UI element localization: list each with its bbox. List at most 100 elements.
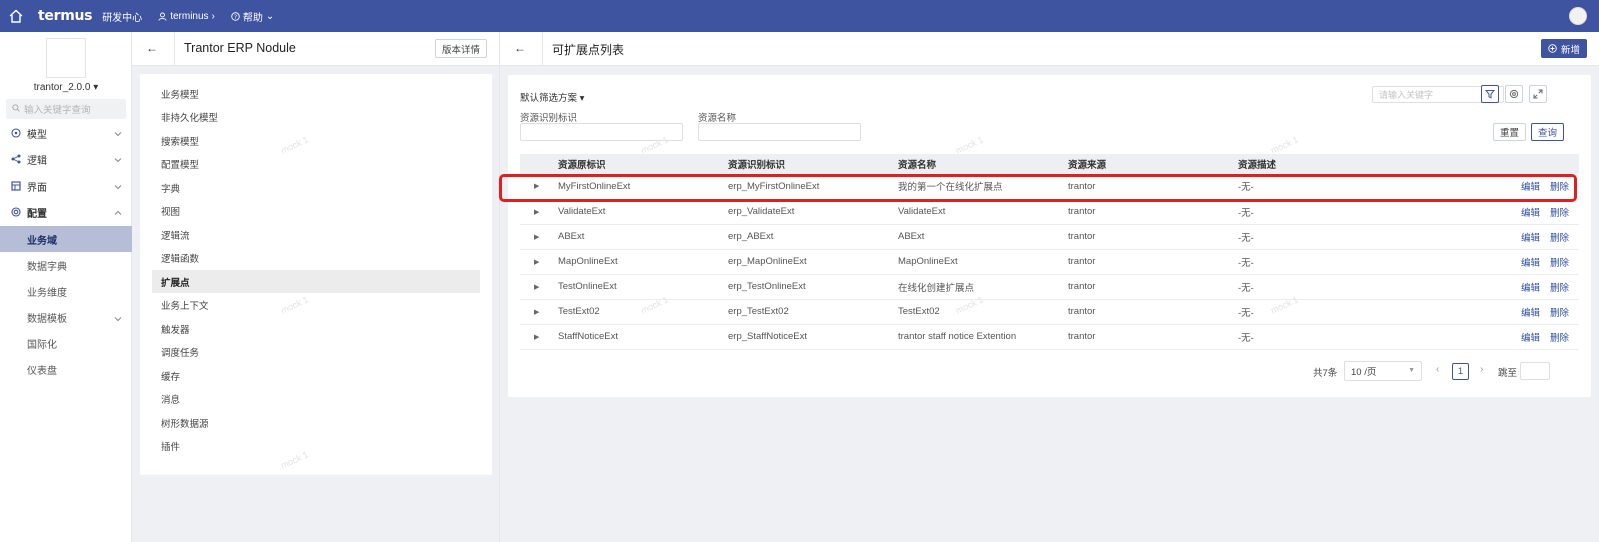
chevron-right-icon: ›: [211, 10, 215, 22]
home-icon[interactable]: [0, 0, 32, 32]
cell-source-link[interactable]: trantor: [1060, 174, 1230, 200]
filter-toggle-button[interactable]: [1481, 85, 1499, 103]
cell-name: ValidateExt: [890, 199, 1060, 225]
avatar[interactable]: [1569, 7, 1587, 25]
menu-item-cache[interactable]: 缓存: [152, 364, 480, 387]
add-button[interactable]: 新增: [1540, 39, 1587, 58]
delete-link[interactable]: 删除: [1550, 258, 1569, 269]
query-button[interactable]: 查询: [1531, 123, 1565, 141]
edit-link[interactable]: 编辑: [1521, 283, 1540, 294]
cell-source-link[interactable]: trantor: [1060, 199, 1230, 225]
row-actions: 编辑 删除: [1459, 274, 1579, 300]
expand-row-icon[interactable]: ▶: [520, 174, 550, 200]
chevron-down-icon: [114, 314, 122, 325]
expand-row-icon[interactable]: ▶: [520, 324, 550, 350]
cell-name: 我的第一个在线化扩展点: [890, 174, 1060, 200]
version-selector[interactable]: trantor_2.0.0 ▾: [0, 82, 132, 93]
user-menu[interactable]: terminus ›: [158, 11, 215, 22]
sidebar-group-config[interactable]: 配置: [0, 200, 132, 224]
termus-logo[interactable]: termus: [38, 8, 92, 24]
edit-link[interactable]: 编辑: [1521, 233, 1540, 244]
edit-link[interactable]: 编辑: [1521, 308, 1540, 319]
menu-item-search-model[interactable]: 搜索模型: [152, 129, 480, 152]
menu-item-logic-function[interactable]: 逻辑函数: [152, 247, 480, 270]
prev-page-icon[interactable]: ‹: [1436, 364, 1439, 375]
cell-source-link[interactable]: trantor: [1060, 274, 1230, 300]
back-arrow-icon[interactable]: ←: [146, 41, 158, 55]
menu-item-config-model[interactable]: 配置模型: [152, 153, 480, 176]
menu-item-business-model[interactable]: 业务模型: [152, 82, 480, 105]
sidebar-item-domain[interactable]: 业务域: [0, 226, 132, 252]
edit-link[interactable]: 编辑: [1521, 333, 1540, 344]
version-detail-button[interactable]: 版本详情: [434, 39, 487, 58]
jump-page-input[interactable]: [1520, 362, 1550, 380]
filter-scheme-dropdown[interactable]: 默认筛选方案 ▾: [520, 90, 584, 104]
edit-link[interactable]: 编辑: [1521, 208, 1540, 219]
reset-button[interactable]: 重置: [1493, 123, 1527, 141]
delete-link[interactable]: 删除: [1550, 308, 1569, 319]
sidebar-group-label: 逻辑: [27, 155, 47, 167]
cell-id: erp_MapOnlineExt: [720, 249, 890, 275]
menu-item-view[interactable]: 视图: [152, 200, 480, 223]
delete-link[interactable]: 删除: [1550, 283, 1569, 294]
module-header: ← Trantor ERP Nodule 版本详情: [132, 32, 500, 66]
cell-name: MapOnlineExt: [890, 249, 1060, 275]
delete-link[interactable]: 删除: [1550, 182, 1569, 193]
sidebar-group-label: 配置: [27, 208, 47, 220]
sidebar-item-template[interactable]: 数据模板: [0, 304, 132, 330]
sidebar-item-dimension[interactable]: 业务维度: [0, 278, 132, 304]
sidebar-group-ui[interactable]: 界面: [0, 174, 132, 198]
org-selector[interactable]: 研发中心: [102, 9, 142, 24]
cell-source-link[interactable]: trantor: [1060, 249, 1230, 275]
expand-row-icon[interactable]: ▶: [520, 299, 550, 325]
menu-item-transient-model[interactable]: 非持久化模型: [152, 106, 480, 129]
cell-source-link[interactable]: trantor: [1060, 224, 1230, 250]
menu-item-business-context[interactable]: 业务上下文: [152, 294, 480, 317]
expand-row-icon[interactable]: ▶: [520, 199, 550, 225]
res-id-input[interactable]: [520, 123, 683, 141]
menu-item-tree-datasource[interactable]: 树形数据源: [152, 411, 480, 434]
delete-link[interactable]: 删除: [1550, 333, 1569, 344]
menu-item-trigger[interactable]: 触发器: [152, 317, 480, 340]
settings-button[interactable]: [1505, 85, 1523, 103]
page-number[interactable]: 1: [1452, 363, 1469, 380]
delete-link[interactable]: 删除: [1550, 233, 1569, 244]
module-title: Trantor ERP Nodule: [184, 41, 296, 55]
menu-item-plugin[interactable]: 插件: [152, 435, 480, 458]
sidebar-item-dashboard[interactable]: 仪表盘: [0, 356, 132, 382]
cell-orig: MapOnlineExt: [550, 249, 720, 275]
delete-link[interactable]: 删除: [1550, 208, 1569, 219]
help-menu[interactable]: ? 帮助 ⌄: [231, 9, 274, 24]
menu-item-message[interactable]: 消息: [152, 388, 480, 411]
edit-link[interactable]: 编辑: [1521, 182, 1540, 193]
cell-source-link[interactable]: trantor: [1060, 324, 1230, 350]
version-label: trantor_2.0.0: [33, 82, 91, 93]
next-page-icon[interactable]: ›: [1480, 364, 1483, 375]
cell-source-link[interactable]: trantor: [1060, 299, 1230, 325]
expand-row-icon[interactable]: ▶: [520, 274, 550, 300]
menu-item-logic-flow[interactable]: 逻辑流: [152, 223, 480, 246]
add-label: 新增: [1560, 44, 1580, 56]
menu-item-schedule-task[interactable]: 调度任务: [152, 341, 480, 364]
sidebar-group-model[interactable]: 模型: [0, 121, 132, 145]
caret-down-icon: ▾: [579, 93, 585, 104]
total-count: 共7条: [1313, 368, 1338, 379]
sidebar-search-input[interactable]: 输入关键字查询: [6, 99, 126, 119]
sidebar-group-logic[interactable]: 逻辑: [0, 147, 132, 171]
menu-item-extension-point[interactable]: 扩展点: [152, 270, 480, 293]
table-row: ▶ ABExt erp_ABExt ABExt trantor -无- 编辑 删除: [520, 224, 1579, 250]
chevron-down-icon: [114, 155, 122, 166]
back-arrow-icon[interactable]: ←: [514, 41, 526, 55]
menu-item-dictionary[interactable]: 字典: [152, 176, 480, 199]
model-icon: [11, 128, 21, 138]
sidebar-item-i18n[interactable]: 国际化: [0, 330, 132, 356]
page-size-select[interactable]: 10 /页 ▼: [1344, 361, 1422, 381]
expand-row-icon[interactable]: ▶: [520, 224, 550, 250]
res-name-input[interactable]: [698, 123, 861, 141]
edit-link[interactable]: 编辑: [1521, 258, 1540, 269]
sidebar-item-dict[interactable]: 数据字典: [0, 252, 132, 278]
cell-id: erp_TestExt02: [720, 299, 890, 325]
fullscreen-button[interactable]: [1529, 85, 1547, 103]
cell-desc: -无-: [1230, 224, 1459, 250]
expand-row-icon[interactable]: ▶: [520, 249, 550, 275]
